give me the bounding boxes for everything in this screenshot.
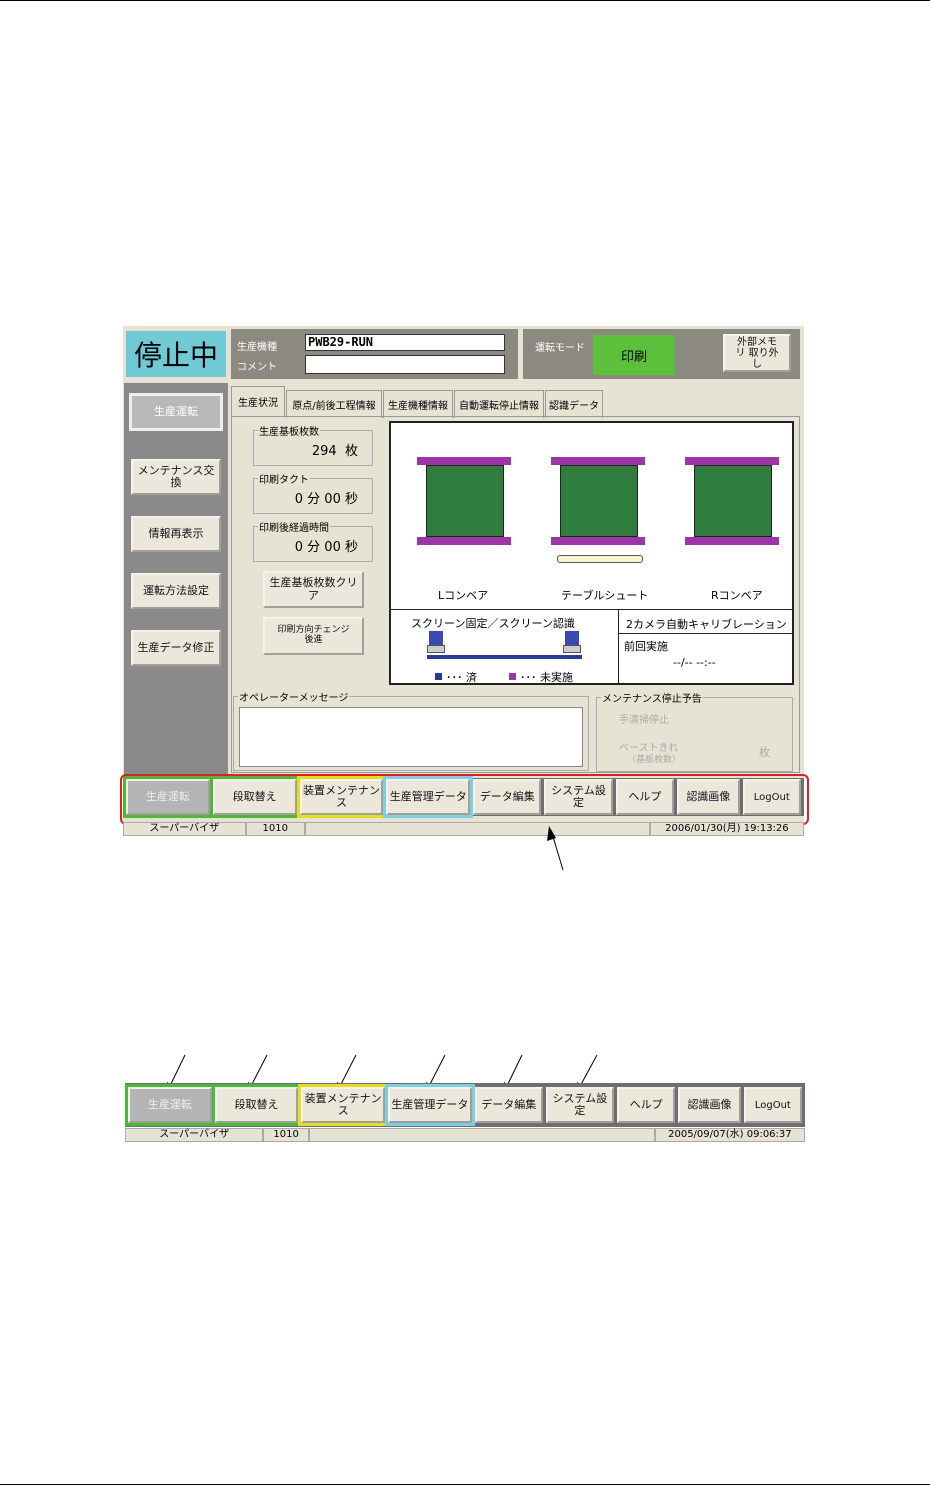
detail-status-code: 1010: [263, 1128, 309, 1142]
toolbar-detail-bar: 生産運転 段取替え 装置メンテナンス 生産管理データ データ編集 システム設定 …: [125, 1083, 805, 1127]
detail-system-settings-button[interactable]: システム設定: [545, 1087, 614, 1123]
detail-production-button[interactable]: 生産運転: [125, 1084, 215, 1126]
detail-production-data-button[interactable]: 生産管理データ: [385, 1084, 475, 1126]
detail-recognition-image-button[interactable]: 認識画像: [678, 1087, 741, 1123]
detail-setup-change-button[interactable]: 段取替え: [211, 1084, 302, 1126]
detail-status-datetime: 2005/09/07(水) 09:06:37: [654, 1128, 805, 1142]
detail-status-user: スーパーバイザ: [125, 1128, 264, 1142]
detail-maintenance-button[interactable]: 装置メンテナンス: [298, 1084, 389, 1126]
detail-data-edit-button[interactable]: データ編集: [474, 1087, 543, 1123]
detail-help-button[interactable]: ヘルプ: [616, 1087, 676, 1123]
detail-status-message: [308, 1128, 655, 1142]
detail-logout-button[interactable]: LogOut: [743, 1087, 803, 1123]
toolbar-detail: 生産運転 段取替え 装置メンテナンス 生産管理データ データ編集 システム設定 …: [125, 1083, 805, 1143]
callout-arrows: [166, 826, 598, 1094]
detail-status-bar: スーパーバイザ 1010 2005/09/07(水) 09:06:37: [125, 1128, 805, 1142]
